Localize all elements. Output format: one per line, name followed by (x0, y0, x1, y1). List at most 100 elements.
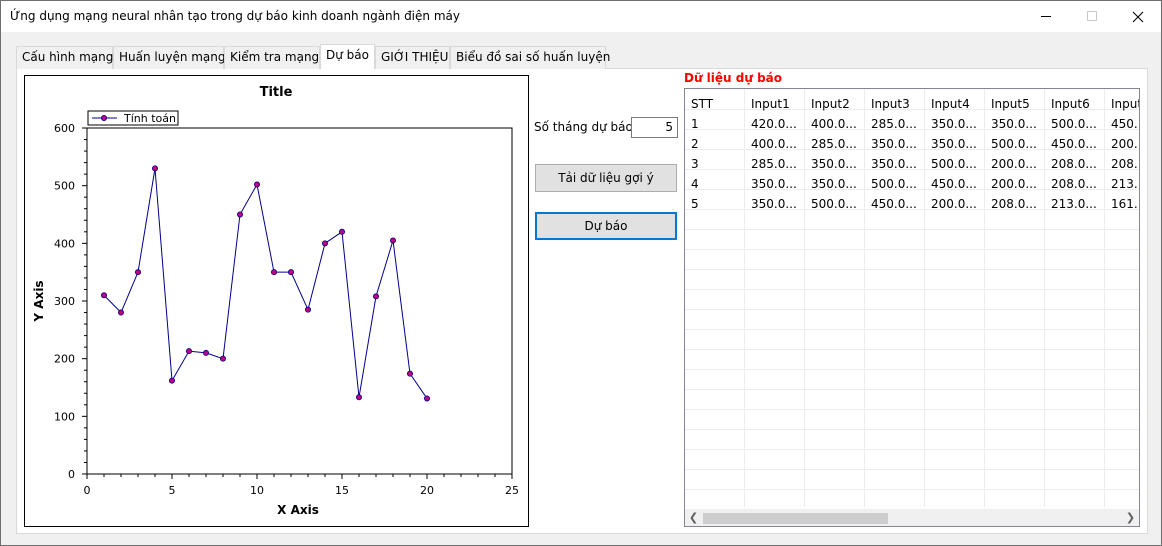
grid-cell[interactable]: 500.0... (865, 172, 925, 192)
grid-row-line (685, 409, 1139, 410)
grid-cell[interactable]: 5 (685, 192, 745, 212)
grid-row-line (685, 309, 1139, 310)
grid-cell[interactable]: 400.0... (745, 132, 805, 152)
grid-column-header[interactable]: Input3 (865, 92, 925, 112)
data-point (236, 211, 243, 218)
tab-about[interactable]: GIỚI THIỆU (375, 46, 450, 69)
grid-cell[interactable]: 285.0... (745, 152, 805, 172)
grid-cell[interactable]: 213. (1105, 172, 1139, 192)
series-line (103, 168, 428, 399)
grid-cell[interactable]: 350.0... (745, 192, 805, 212)
app-window: Ứng dụng mạng neural nhân tạo trong dự b… (0, 0, 1162, 546)
maximize-button[interactable] (1069, 1, 1115, 32)
grid-cell[interactable]: 285.0... (805, 132, 865, 152)
grid-column-header[interactable]: Input1 (745, 92, 805, 112)
load-suggested-data-label: Tải dữ liệu gợi ý (558, 171, 654, 185)
grid-cell[interactable]: 450.0... (925, 172, 985, 192)
grid-cell[interactable]: 200.0... (925, 192, 985, 212)
grid-cell[interactable]: 350.0... (925, 112, 985, 132)
horizontal-scrollbar[interactable]: ❮ ❯ (685, 509, 1139, 526)
data-point (270, 269, 277, 276)
grid-cell[interactable]: 350.0... (805, 172, 865, 192)
grid-column-header[interactable]: Input7 (1105, 92, 1139, 112)
grid-row-line (685, 269, 1139, 270)
scroll-right-icon[interactable]: ❯ (1122, 509, 1139, 526)
grid-cell[interactable]: 4 (685, 172, 745, 192)
data-point (202, 349, 209, 356)
data-point (287, 269, 294, 276)
grid-cell[interactable]: 350.0... (985, 112, 1045, 132)
grid-cell[interactable]: 200.0... (985, 172, 1045, 192)
grid-cell[interactable]: 350.0... (865, 152, 925, 172)
grid-cell[interactable]: 208. (1105, 152, 1139, 172)
grid-row-line (685, 369, 1139, 370)
grid-cell[interactable]: 450. (1105, 112, 1139, 132)
grid-cell[interactable]: 450.0... (865, 192, 925, 212)
grid-cell[interactable]: 350.0... (745, 172, 805, 192)
forecast-button[interactable]: Dự báo (535, 212, 677, 240)
y-tick-label: 600 (54, 122, 75, 135)
tab-network-config[interactable]: Cấu hình mạng (16, 46, 113, 69)
data-point (321, 240, 328, 247)
scrollbar-thumb[interactable] (703, 513, 888, 524)
months-input[interactable]: 5 (631, 117, 678, 138)
grid-cell[interactable]: 1 (685, 112, 745, 132)
minimize-button[interactable] (1023, 1, 1069, 32)
load-suggested-data-button[interactable]: Tải dữ liệu gợi ý (535, 164, 677, 192)
grid-cell[interactable]: 350.0... (865, 132, 925, 152)
maximize-icon (1086, 11, 1097, 21)
data-point (304, 306, 311, 313)
grid-caption: Dữ liệu dự báo (684, 71, 783, 85)
tab-test-network[interactable]: Kiểm tra mạng (224, 46, 320, 69)
grid-row-line (685, 429, 1139, 430)
x-tick-label: 25 (505, 484, 519, 497)
data-point (168, 377, 175, 384)
scroll-left-icon[interactable]: ❮ (685, 509, 702, 526)
grid-column-header[interactable]: Input2 (805, 92, 865, 112)
grid-cell[interactable]: 208.0... (1045, 152, 1105, 172)
x-tick-label: 10 (250, 484, 264, 497)
grid-column-header[interactable]: Input6 (1045, 92, 1105, 112)
grid-cell[interactable]: 500.0... (805, 192, 865, 212)
tab-forecast[interactable]: Dự báo (320, 44, 375, 69)
grid-column-header[interactable]: Input4 (925, 92, 985, 112)
x-axis-label: X Axis (277, 503, 319, 517)
grid-cell[interactable]: 208.0... (985, 192, 1045, 212)
grid-cell[interactable]: 500.0... (985, 132, 1045, 152)
grid-row-line (685, 249, 1139, 250)
grid-cell[interactable]: 213.0... (1045, 192, 1105, 212)
grid-cell[interactable]: 500.0... (1045, 112, 1105, 132)
data-point (219, 355, 226, 362)
data-point (135, 269, 142, 276)
grid-cell[interactable]: 400.0... (805, 112, 865, 132)
y-tick-label: 400 (54, 237, 75, 250)
grid-column-header[interactable]: STT (685, 92, 745, 112)
close-button[interactable] (1115, 1, 1161, 32)
grid-cell[interactable]: 200.0... (985, 152, 1045, 172)
grid-cell[interactable]: 208.0... (1045, 172, 1105, 192)
data-point (389, 237, 396, 244)
grid-cell[interactable]: 200. (1105, 132, 1139, 152)
grid-cell[interactable]: 420.0... (745, 112, 805, 132)
chart-title: Title (260, 85, 293, 100)
grid-row-line (685, 229, 1139, 230)
title-bar: Ứng dụng mạng neural nhân tạo trong dự b… (1, 1, 1161, 32)
grid-row-line (685, 349, 1139, 350)
tab-train-network[interactable]: Huấn luyện mạng (113, 46, 226, 69)
grid-column-header[interactable]: Input5 (985, 92, 1045, 112)
data-point (152, 165, 159, 172)
grid-cell[interactable]: 450.0... (1045, 132, 1105, 152)
x-tick-label: 0 (84, 484, 91, 497)
forecast-data-grid[interactable]: STT Input1 Input2 Input3 Input4 Input5 Input6 I… (684, 88, 1140, 527)
grid-cell[interactable]: 2 (685, 132, 745, 152)
tab-training-error-chart[interactable]: Biểu đồ sai số huấn luyện (450, 46, 610, 69)
grid-row-line (685, 469, 1139, 470)
grid-cell[interactable]: 500.0... (925, 152, 985, 172)
grid-cell[interactable]: 3 (685, 152, 745, 172)
grid-row-line (685, 389, 1139, 390)
legend-label: Tính toán (123, 112, 176, 125)
grid-cell[interactable]: 285.0... (865, 112, 925, 132)
grid-cell[interactable]: 350.0... (925, 132, 985, 152)
grid-cell[interactable]: 161. (1105, 192, 1139, 212)
grid-cell[interactable]: 350.0... (805, 152, 865, 172)
